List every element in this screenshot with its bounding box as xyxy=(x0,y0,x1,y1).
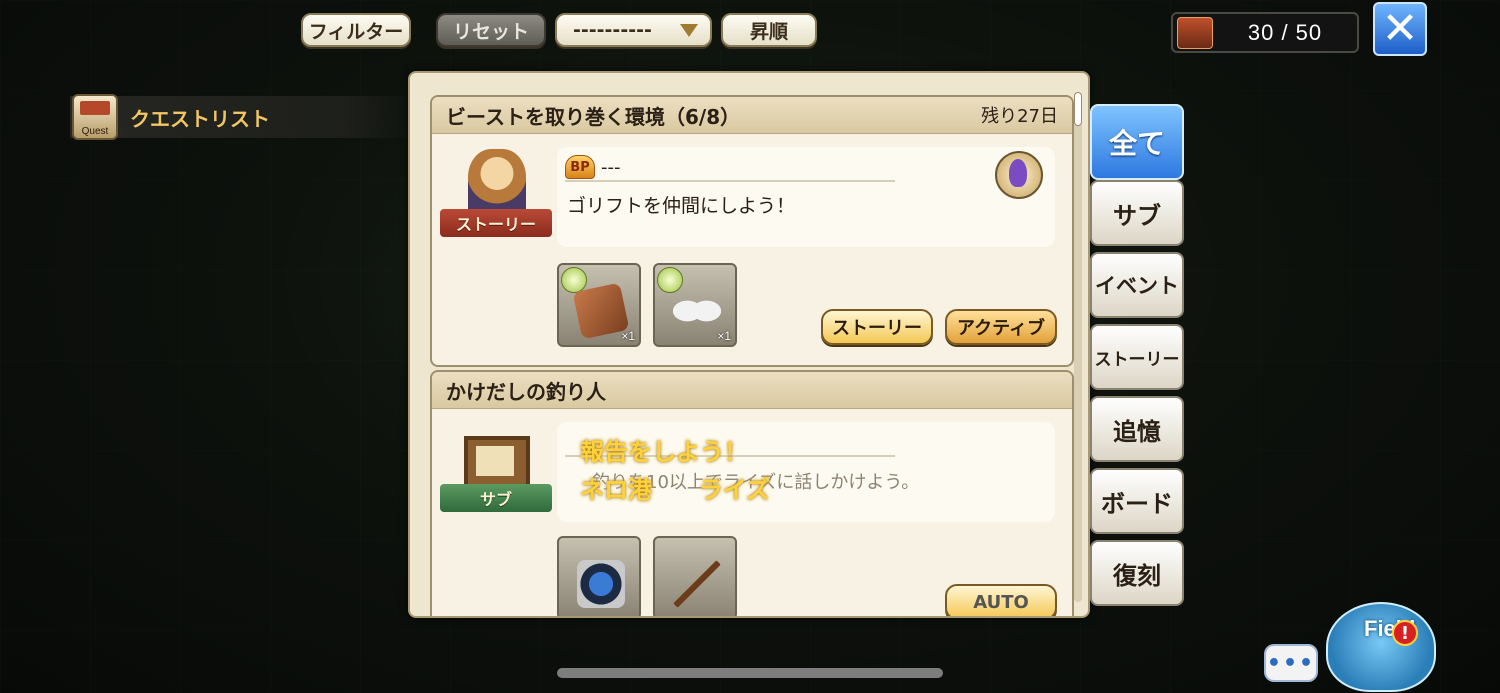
story-category-emblem: ストーリー xyxy=(440,149,552,249)
npc-name: ライズ xyxy=(698,476,770,504)
home-indicator[interactable] xyxy=(557,668,943,678)
close-button[interactable]: ✕ xyxy=(1373,2,1427,56)
report-location: ネロ港 ライズ xyxy=(580,470,770,505)
rabbit-emblem-icon xyxy=(995,151,1043,199)
scrollbar[interactable] xyxy=(1074,92,1082,602)
quest-counter: 30 / 50 xyxy=(1171,12,1359,53)
scrollbar-thumb[interactable] xyxy=(1074,92,1082,126)
tab-story[interactable]: ストーリー xyxy=(1090,324,1184,390)
category-ribbon: ストーリー xyxy=(440,209,552,237)
sort-select[interactable]: ---------- xyxy=(555,13,712,47)
auto-button[interactable]: AUTO xyxy=(945,584,1057,616)
notice-board-icon xyxy=(464,436,530,490)
quest-description: ゴリフトを仲間にしよう！ xyxy=(567,195,796,217)
quest-description-box: BP --- ゴリフトを仲間にしよう！ xyxy=(557,147,1055,247)
close-x-icon: ✕ xyxy=(1381,3,1419,54)
sort-select-value: ---------- xyxy=(573,19,652,41)
alert-icon: ! xyxy=(1392,620,1418,646)
reward-items: ×1 ×1 xyxy=(557,263,737,347)
bp-icon: BP xyxy=(565,155,595,179)
filter-button[interactable]: フィルター xyxy=(301,13,411,47)
quest-list-header: Quest クエストリスト xyxy=(70,94,415,140)
quest-shop-icon: Quest xyxy=(72,94,118,140)
story-button[interactable]: ストーリー xyxy=(821,309,933,345)
fishing-rod-item-icon xyxy=(673,560,721,608)
reward-item[interactable]: ×1 xyxy=(653,263,737,347)
reward-qty: ×1 xyxy=(717,329,731,343)
chat-bubble-icon: ••• xyxy=(1266,650,1316,676)
sort-order-button[interactable]: 昇順 xyxy=(721,13,817,47)
quest-title: かけだしの釣り人 xyxy=(446,379,606,404)
quest-list-title: クエストリスト xyxy=(130,106,270,131)
report-notice: 報告をしよう！ xyxy=(580,438,748,466)
quest-card-header: ビーストを取り巻く環境（6/8） 残り27日 xyxy=(432,97,1072,134)
category-ribbon: サブ xyxy=(440,484,552,512)
chevron-down-icon xyxy=(680,23,698,37)
rabbit-ears-item-icon xyxy=(673,287,721,335)
reward-item[interactable]: ×1 xyxy=(557,263,641,347)
bp-row: BP --- xyxy=(565,155,621,179)
tab-all[interactable]: 全て xyxy=(1090,104,1184,180)
quest-remaining-days: 残り27日 xyxy=(981,106,1058,127)
location-name: ネロ港 xyxy=(580,476,652,504)
quest-panel[interactable]: ビーストを取り巻く環境（6/8） 残り27日 ストーリー BP --- ゴリフト… xyxy=(408,71,1090,618)
fish-shield-item-icon xyxy=(577,560,625,608)
quest-counter-value: 30 / 50 xyxy=(1247,19,1323,45)
quest-icon-label: Quest xyxy=(81,126,109,137)
tab-sub[interactable]: サブ xyxy=(1090,180,1184,246)
chat-button[interactable]: ••• xyxy=(1264,644,1318,682)
quest-card-header: かけだしの釣り人 xyxy=(432,372,1072,409)
reward-item[interactable] xyxy=(653,536,737,616)
tab-board[interactable]: ボード xyxy=(1090,468,1184,534)
active-button[interactable]: アクティブ xyxy=(945,309,1057,345)
tab-event[interactable]: イベント xyxy=(1090,252,1184,318)
reward-qty: ×1 xyxy=(621,329,635,343)
sub-category-emblem: サブ xyxy=(440,424,552,524)
quest-card[interactable]: ビーストを取り巻く環境（6/8） 残り27日 ストーリー BP --- ゴリフト… xyxy=(430,95,1074,367)
quest-title: ビーストを取り巻く環境（6/8） xyxy=(446,104,741,129)
reset-button[interactable]: リセット xyxy=(436,13,546,47)
divider xyxy=(565,180,895,182)
shop-icon xyxy=(1177,16,1213,49)
tab-reissue[interactable]: 復刻 xyxy=(1090,540,1184,606)
reward-items xyxy=(557,536,737,616)
quest-card[interactable]: かけだしの釣り人 サブ 釣りを10以上でライズに話しかけよう。 報告をしよう！ … xyxy=(430,370,1074,616)
tab-memory[interactable]: 追憶 xyxy=(1090,396,1184,462)
bp-value: --- xyxy=(601,156,621,178)
reward-item[interactable] xyxy=(557,536,641,616)
